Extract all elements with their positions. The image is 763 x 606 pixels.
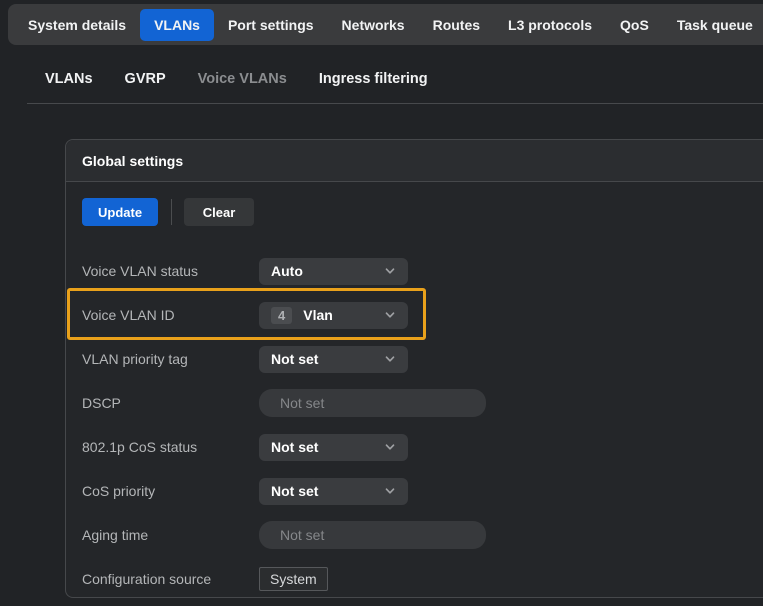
sub-tab-ingress-filtering[interactable]: Ingress filtering bbox=[319, 71, 428, 87]
dropdown-selected-value: Vlan bbox=[303, 307, 384, 323]
dropdown-selected-value: Auto bbox=[271, 263, 384, 279]
dropdown-selected-value: Not set bbox=[271, 351, 384, 367]
form-fields: Voice VLAN statusAutoVoice VLAN ID4VlanV… bbox=[82, 257, 753, 593]
field-label: Aging time bbox=[82, 527, 259, 543]
sub-tab-gvrp[interactable]: GVRP bbox=[125, 71, 166, 87]
panel-header: Global settings bbox=[66, 140, 763, 182]
chevron-down-icon bbox=[384, 353, 396, 365]
nav-tab-vlans[interactable]: VLANs bbox=[140, 9, 214, 41]
field-label: Voice VLAN status bbox=[82, 263, 259, 279]
update-button[interactable]: Update bbox=[82, 198, 158, 226]
dropdown-selected-value: Not set bbox=[271, 483, 384, 499]
voice-vlan-status-dropdown[interactable]: Auto bbox=[259, 258, 408, 285]
dropdown-selected-value: Not set bbox=[271, 439, 384, 455]
field-row-cos-priority: CoS priority Not set bbox=[82, 477, 753, 505]
field-row-voice-vlan-status: Voice VLAN status Auto bbox=[82, 257, 753, 285]
field-label: DSCP bbox=[82, 395, 259, 411]
vlan-priority-tag-dropdown[interactable]: Not set bbox=[259, 346, 408, 373]
global-settings-panel: Global settings Update Clear Voice VLAN … bbox=[65, 139, 763, 598]
field-label: VLAN priority tag bbox=[82, 351, 259, 367]
field-row-voice-vlan-id: Voice VLAN ID 4 Vlan bbox=[82, 301, 753, 329]
sub-tab-vlans[interactable]: VLANs bbox=[45, 71, 93, 87]
sub-tab-voice-vlans[interactable]: Voice VLANs bbox=[198, 71, 287, 87]
panel-body: Update Clear Voice VLAN statusAutoVoice … bbox=[66, 182, 763, 593]
field-row-aging-time: Aging time bbox=[82, 521, 753, 549]
chevron-down-icon bbox=[384, 309, 396, 321]
cos-priority-dropdown[interactable]: Not set bbox=[259, 478, 408, 505]
dscp-input[interactable] bbox=[259, 389, 486, 417]
voice-vlan-id-dropdown[interactable]: 4 Vlan bbox=[259, 302, 408, 329]
top-navigation-bar: System detailsVLANsPort settingsNetworks… bbox=[8, 4, 763, 45]
aging-time-input[interactable] bbox=[259, 521, 486, 549]
clear-button[interactable]: Clear bbox=[184, 198, 254, 226]
field-label: Configuration source bbox=[82, 571, 259, 587]
field-row-802-1p-cos-status: 802.1p CoS status Not set bbox=[82, 433, 753, 461]
field-label: CoS priority bbox=[82, 483, 259, 499]
field-label: Voice VLAN ID bbox=[82, 307, 259, 323]
nav-tab-port-settings[interactable]: Port settings bbox=[214, 9, 328, 41]
configuration-source-value: System bbox=[259, 567, 328, 591]
panel-title: Global settings bbox=[82, 153, 183, 169]
nav-tab-l3-protocols[interactable]: L3 protocols bbox=[494, 9, 606, 41]
field-row-vlan-priority-tag: VLAN priority tag Not set bbox=[82, 345, 753, 373]
nav-tab-system-details[interactable]: System details bbox=[14, 9, 140, 41]
802-1p-cos-status-dropdown[interactable]: Not set bbox=[259, 434, 408, 461]
chevron-down-icon bbox=[384, 265, 396, 277]
sub-tab-divider bbox=[27, 103, 763, 104]
nav-tab-routes[interactable]: Routes bbox=[419, 9, 494, 41]
nav-tab-qos[interactable]: QoS bbox=[606, 9, 663, 41]
button-divider bbox=[171, 199, 172, 225]
nav-tab-task-queue[interactable]: Task queue bbox=[663, 9, 763, 41]
vlan-id-badge: 4 bbox=[271, 307, 292, 324]
sub-tab-bar: VLANs GVRP Voice VLANs Ingress filtering bbox=[45, 71, 428, 87]
field-label: 802.1p CoS status bbox=[82, 439, 259, 455]
nav-tab-networks[interactable]: Networks bbox=[328, 9, 419, 41]
chevron-down-icon bbox=[384, 485, 396, 497]
field-row-dscp: DSCP bbox=[82, 389, 753, 417]
chevron-down-icon bbox=[384, 441, 396, 453]
field-row-configuration-source: Configuration sourceSystem bbox=[82, 565, 753, 593]
action-button-row: Update Clear bbox=[82, 198, 753, 226]
